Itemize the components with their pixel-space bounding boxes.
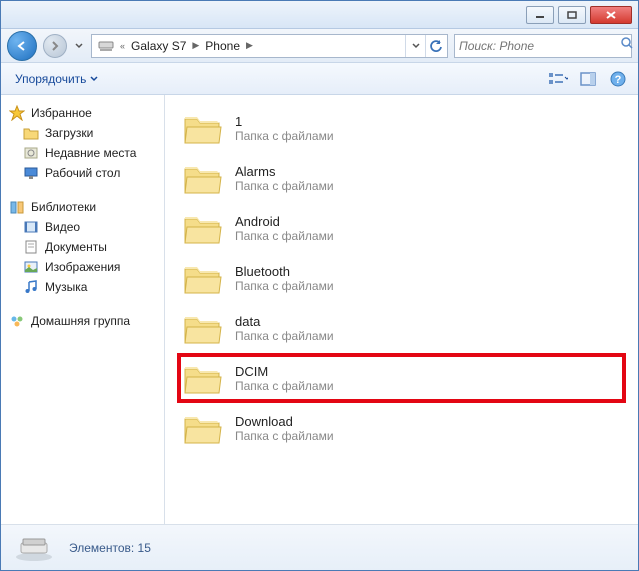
preview-pane-button[interactable] — [576, 68, 600, 90]
organize-button[interactable]: Упорядочить — [9, 68, 104, 90]
folder-item[interactable]: AndroidПапка с файлами — [177, 203, 626, 253]
nav-back-button[interactable] — [7, 31, 37, 61]
folder-item[interactable]: BluetoothПапка с файлами — [177, 253, 626, 303]
folder-item[interactable]: AlarmsПапка с файлами — [177, 153, 626, 203]
music-icon — [23, 279, 39, 295]
folder-item[interactable]: DCIMПапка с файлами — [177, 353, 626, 403]
minimize-button[interactable] — [526, 6, 554, 24]
sidebar-item-video[interactable]: Видео — [5, 217, 160, 237]
help-button[interactable]: ? — [606, 68, 630, 90]
status-count: Элементов: 15 — [69, 541, 151, 555]
navigation-pane: Избранное Загрузки Недавние места Рабочи… — [1, 95, 165, 524]
folder-name: Bluetooth — [235, 264, 334, 279]
svg-text:?: ? — [615, 74, 622, 86]
refresh-button[interactable] — [425, 35, 445, 57]
folder-subtitle: Папка с файлами — [235, 179, 334, 193]
toolbar: Упорядочить ? — [1, 63, 638, 95]
sidebar-item-music[interactable]: Музыка — [5, 277, 160, 297]
libraries-icon — [9, 199, 25, 215]
folder-icon — [181, 159, 223, 197]
folder-icon — [23, 125, 39, 141]
view-options-button[interactable] — [546, 68, 570, 90]
device-icon — [94, 40, 118, 52]
explorer-window: « Galaxy S7 ▶ Phone ▶ Упорядочить — [0, 0, 639, 571]
folder-name: Download — [235, 414, 334, 429]
homegroup-icon — [9, 313, 25, 329]
chevron-left-icon: « — [118, 41, 127, 51]
folder-name: 1 — [235, 114, 334, 129]
body: Избранное Загрузки Недавние места Рабочи… — [1, 95, 638, 524]
folder-subtitle: Папка с файлами — [235, 329, 334, 343]
folder-subtitle: Папка с файлами — [235, 129, 334, 143]
sidebar-favorites-header[interactable]: Избранное — [5, 103, 160, 123]
folder-icon — [181, 309, 223, 347]
folder-item[interactable]: 1Папка с файлами — [177, 103, 626, 153]
chevron-right-icon: ▶ — [244, 40, 255, 51]
folder-content[interactable]: 1Папка с файламиAlarmsПапка с файламиAnd… — [165, 95, 638, 524]
video-icon — [23, 219, 39, 235]
folder-name: Android — [235, 214, 334, 229]
folder-item[interactable]: dataПапка с файлами — [177, 303, 626, 353]
breadcrumb-dropdown[interactable] — [405, 35, 425, 57]
folder-icon — [181, 209, 223, 247]
folder-subtitle: Папка с файлами — [235, 429, 334, 443]
document-icon — [23, 239, 39, 255]
nav-forward-button[interactable] — [43, 34, 67, 58]
close-button[interactable] — [590, 6, 632, 24]
search-icon — [620, 36, 634, 55]
folder-item[interactable]: DownloadПапка с файлами — [177, 403, 626, 453]
recent-icon — [23, 145, 39, 161]
sidebar-item-desktop[interactable]: Рабочий стол — [5, 163, 160, 183]
search-input[interactable] — [459, 39, 616, 53]
nav-history-dropdown[interactable] — [73, 43, 85, 49]
folder-name: data — [235, 314, 334, 329]
sidebar-libraries-header[interactable]: Библиотеки — [5, 197, 160, 217]
chevron-down-icon — [90, 76, 98, 82]
folder-name: Alarms — [235, 164, 334, 179]
folder-icon — [181, 109, 223, 147]
folder-icon — [181, 259, 223, 297]
chevron-right-icon: ▶ — [190, 40, 201, 51]
desktop-icon — [23, 165, 39, 181]
sidebar-item-documents[interactable]: Документы — [5, 237, 160, 257]
folder-icon — [181, 359, 223, 397]
sidebar-item-pictures[interactable]: Изображения — [5, 257, 160, 277]
breadcrumb-current[interactable]: Phone — [201, 39, 244, 53]
titlebar — [1, 1, 638, 29]
folder-icon — [181, 409, 223, 447]
maximize-button[interactable] — [558, 6, 586, 24]
breadcrumb-parent[interactable]: Galaxy S7 — [127, 39, 190, 53]
pictures-icon — [23, 259, 39, 275]
sidebar-item-recent[interactable]: Недавние места — [5, 143, 160, 163]
device-icon — [13, 533, 55, 563]
star-icon — [9, 105, 25, 121]
sidebar-item-downloads[interactable]: Загрузки — [5, 123, 160, 143]
folder-name: DCIM — [235, 364, 334, 379]
sidebar-homegroup-header[interactable]: Домашняя группа — [5, 311, 160, 331]
breadcrumb[interactable]: « Galaxy S7 ▶ Phone ▶ — [91, 34, 448, 58]
folder-subtitle: Папка с файлами — [235, 379, 334, 393]
search-box[interactable] — [454, 34, 632, 58]
folder-subtitle: Папка с файлами — [235, 229, 334, 243]
status-bar: Элементов: 15 — [1, 524, 638, 570]
folder-subtitle: Папка с файлами — [235, 279, 334, 293]
address-bar: « Galaxy S7 ▶ Phone ▶ — [1, 29, 638, 63]
